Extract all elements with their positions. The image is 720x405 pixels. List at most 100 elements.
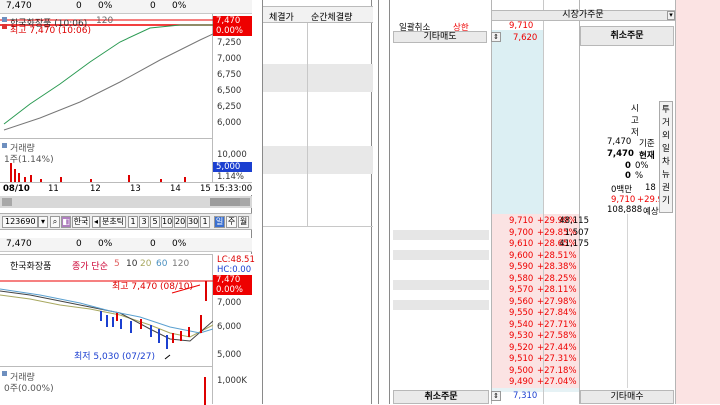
ladder-price[interactable]: 9,560 [509,297,533,307]
upper-limit-price: 9,710 [509,21,534,31]
volume-y-axis: 10,000 5,000 1.14% [213,138,252,182]
y-tick: 1.14% [217,172,245,182]
interval-button[interactable]: 20 [174,216,186,228]
interval-button[interactable]: 10 [161,216,173,228]
ladder-price[interactable]: 9,710 [509,216,533,226]
ladder-qty[interactable]: 41,175 [559,239,589,249]
ladder-row[interactable]: 9,500 +27.18% [491,366,677,376]
interval-button[interactable]: 30 [187,216,199,228]
market-order-header[interactable]: 시장가주문 [491,10,675,21]
interval-button[interactable]: 1 [200,216,210,228]
scroll-right-button[interactable] [240,198,250,206]
intraday-volume-chart[interactable]: 거래량 1주(1.14%) [0,138,213,183]
ladder-price[interactable]: 9,700 [509,228,533,238]
scroll-left-button[interactable] [2,198,12,206]
other-sell-button[interactable]: 기타매도 [393,31,487,43]
ma-60-label: 60 [156,259,168,269]
ladder-price[interactable]: 9,550 [509,308,533,318]
ladder-row[interactable]: 9,580 +28.25% [491,274,677,284]
ladder-row[interactable]: 9,490 +27.04% [491,377,677,387]
change-pct: 0% [98,239,113,249]
ma-label: 120 [96,16,114,26]
ladder-row[interactable]: 9,550 +27.84% [491,308,677,318]
current-price: 7,470 [6,1,32,11]
stock-code-input[interactable]: 123690 [2,216,38,228]
current-price: 7,470 [607,149,634,159]
cancel-order-button-top[interactable]: 취소주문 [580,26,674,46]
side-tab[interactable]: 외 [662,129,670,141]
interval-button[interactable]: 3 [139,216,149,228]
ladder-row[interactable]: 9,710 +29.99% 48,115 [491,216,677,226]
scroll-thumb[interactable] [210,198,240,206]
side-tab-strip[interactable]: 투 거 외 일 차 뉴 권 기 [659,101,673,213]
ladder-row[interactable]: 9,540 +27.71% [491,320,677,330]
interval-button[interactable]: 1 [128,216,138,228]
ladder-row[interactable]: 9,610 +28.65% 41,175 [491,239,677,249]
dropdown-icon[interactable]: ▾ [38,216,48,228]
side-tab[interactable]: 거 [662,116,670,128]
stepper-icon[interactable]: ⇕ [491,32,501,42]
ladder-price[interactable]: 9,580 [509,274,533,284]
cancel-order-button-bottom[interactable]: 취소주문 [393,390,489,404]
period-unit-selector[interactable]: 분초틱 [100,216,126,228]
interval-button[interactable]: 5 [150,216,160,228]
tab-month[interactable]: 월 [238,216,249,228]
ladder-price[interactable]: 9,490 [509,377,533,387]
ladder-row[interactable]: 9,700 +29.85% 1,507 [491,228,677,238]
x-time: 15:33:00 [214,184,253,194]
dropdown-icon[interactable]: ▾ [667,11,675,20]
stock-name-label: 한국화장품 [10,262,52,272]
ladder-row[interactable]: 9,560 +27.98% [491,297,677,307]
side-tab[interactable]: 기 [662,194,670,206]
y-tick: 6,000 [217,322,242,332]
daily-volume-chart[interactable]: 거래량 0주(0.00%) [0,366,213,405]
ladder-price[interactable]: 9,590 [509,262,533,272]
ladder-price[interactable]: 9,510 [509,354,533,364]
stepper-icon[interactable]: ⇕ [491,391,501,401]
ladder-price[interactable]: 9,530 [509,331,533,341]
search-icon[interactable]: ⌕ [50,216,60,228]
side-tab[interactable]: 뉴 [662,168,670,180]
ma-120-label: 120 [172,259,190,269]
group-icon[interactable]: ◧ [61,216,71,228]
ladder-row[interactable]: 9,510 +27.31% [491,354,677,364]
ladder-row[interactable]: 9,520 +27.44% [491,343,677,353]
ladder-price[interactable]: 9,540 [509,320,533,330]
ladder-price[interactable]: 9,520 [509,343,533,353]
tab-day[interactable]: 일 [214,216,225,228]
intraday-y-axis: 7,470 0.00% 7,250 7,000 6,750 6,500 6,25… [213,14,252,138]
side-tab[interactable]: 차 [662,155,670,167]
daily-candle-chart[interactable]: 한국화장품 종가 단순 5 10 20 60 120 최고 7,470 (08/… [0,254,213,366]
col-trade-volume: 순간체결량 [311,13,353,23]
change-value: 0 [76,239,82,249]
trades-header: 체결가 순간체결량 [263,6,373,23]
ladder-qty[interactable]: 1,507 [565,228,589,238]
ladder-price[interactable]: 9,570 [509,285,533,295]
ladder-qty[interactable]: 48,115 [559,216,589,226]
price-ladder[interactable]: 9,710 +29.99% 48,115 9,700 +29.85% 1,507 9,610… [491,216,677,390]
ladder-pct: +28.25% [537,273,577,284]
ladder-price[interactable]: 9,500 [509,366,533,376]
ladder-row[interactable]: 9,600 +28.51% [491,251,677,261]
side-tab[interactable]: 권 [662,181,670,193]
ladder-row[interactable]: 9,590 +28.38% [491,262,677,272]
ladder-row[interactable]: 9,530 +27.58% [491,331,677,341]
x-label: 11 [48,184,59,194]
x-axis: 08/10 11 12 13 14 15 15:33:00 [0,182,252,195]
side-tab[interactable]: 투 [662,103,670,115]
ladder-price[interactable]: 9,600 [509,251,533,261]
chart-toolbar: 123690 ▾ ⌕ ◧ 한국 ◂ 분초틱 1 3 5 10 20 30 1 일… [0,213,252,230]
ladder-row[interactable]: 9,570 +28.11% [491,285,677,295]
scrollbar[interactable] [0,196,252,208]
tab-week[interactable]: 주 [226,216,237,228]
ma-10-label: 10 [126,259,138,269]
other-buy-button[interactable]: 기타매수 [580,390,674,404]
y-tick: 5,000 [217,350,242,360]
side-tab[interactable]: 일 [662,142,670,154]
ladder-price[interactable]: 9,610 [509,239,533,249]
order-panel: 시장가주문 ▾ 일괄취소 상한 9,710 기타매도 ⇕ 7,620 취소주문 … [378,0,720,404]
intraday-chart[interactable]: 한국화장품 (10:06) 120 최고 7,470 (10:06) [0,14,213,138]
change-zero: 0 [625,161,631,171]
nav-icon[interactable]: ◂ [92,216,100,228]
stock-name[interactable]: 한국 [72,216,90,228]
